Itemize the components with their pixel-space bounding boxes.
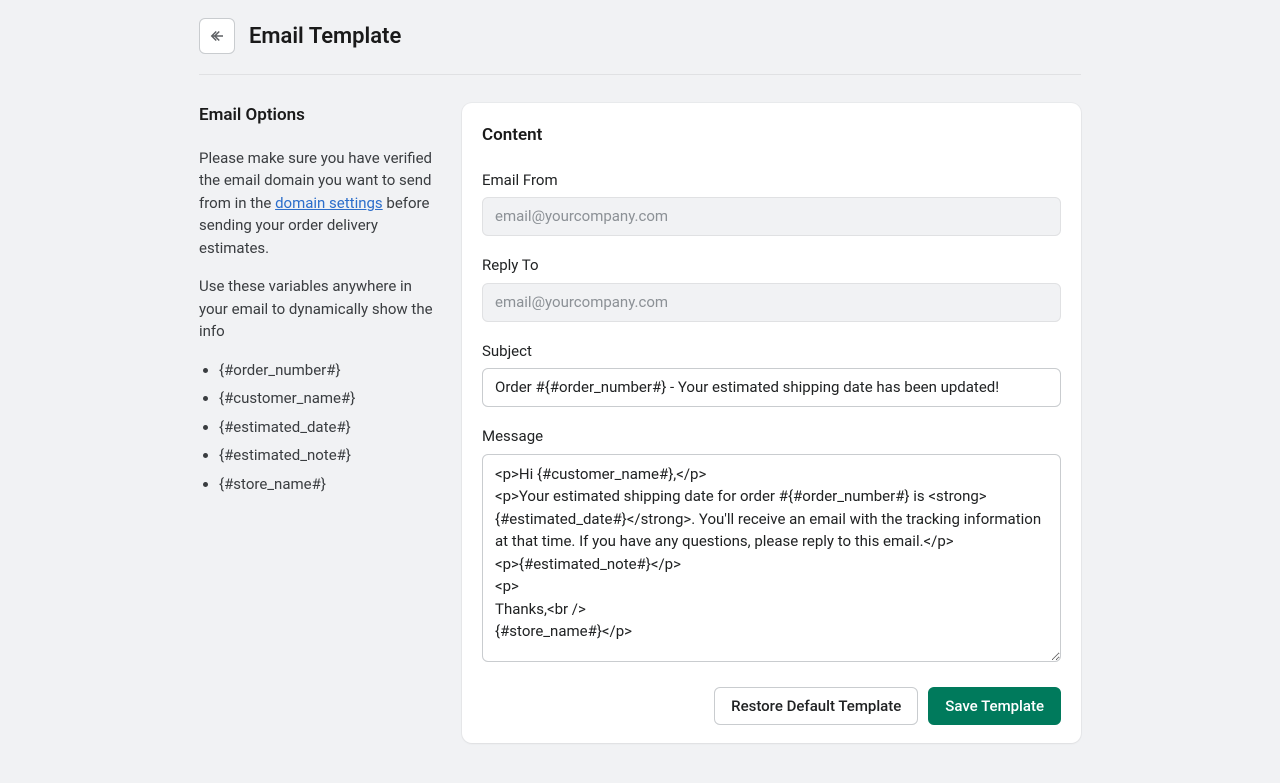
reply-to-input[interactable]	[482, 283, 1061, 322]
content-card: Content Email From Reply To Subject Mess…	[462, 103, 1081, 743]
subject-input[interactable]	[482, 368, 1061, 407]
message-textarea[interactable]	[482, 454, 1061, 662]
save-template-button[interactable]: Save Template	[928, 687, 1061, 725]
variables-intro: Use these variables anywhere in your ema…	[199, 275, 442, 343]
variable-item: {#order_number#}	[219, 359, 442, 382]
email-from-input[interactable]	[482, 197, 1061, 236]
actions-row: Restore Default Template Save Template	[482, 687, 1061, 725]
content-title: Content	[482, 123, 1061, 149]
restore-default-button[interactable]: Restore Default Template	[714, 687, 918, 725]
variables-list: {#order_number#} {#customer_name#} {#est…	[199, 359, 442, 496]
sidebar-intro: Please make sure you have verified the e…	[199, 147, 442, 260]
variable-item: {#customer_name#}	[219, 387, 442, 410]
sidebar: Email Options Please make sure you have …	[199, 103, 442, 501]
sidebar-title: Email Options	[199, 103, 442, 129]
message-label: Message	[482, 425, 1061, 448]
field-subject: Subject	[482, 340, 1061, 408]
variable-item: {#store_name#}	[219, 473, 442, 496]
field-message: Message	[482, 425, 1061, 669]
page-header: Email Template	[199, 18, 1081, 75]
back-button[interactable]	[199, 18, 235, 54]
variable-item: {#estimated_note#}	[219, 444, 442, 467]
field-reply-to: Reply To	[482, 254, 1061, 322]
variable-item: {#estimated_date#}	[219, 416, 442, 439]
domain-settings-link[interactable]: domain settings	[275, 194, 383, 212]
reply-to-label: Reply To	[482, 254, 1061, 277]
subject-label: Subject	[482, 340, 1061, 363]
email-from-label: Email From	[482, 169, 1061, 192]
page-title: Email Template	[249, 20, 401, 53]
arrow-left-icon	[208, 27, 226, 45]
field-email-from: Email From	[482, 169, 1061, 237]
